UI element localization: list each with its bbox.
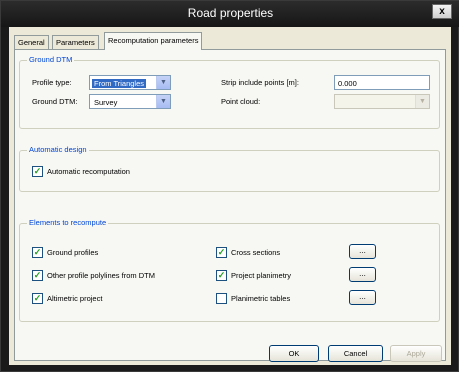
ok-button[interactable]: OK xyxy=(269,345,319,362)
cross-sections-more-button[interactable]: ... xyxy=(349,244,376,259)
dialog-client-area: General Parameters Recomputation paramet… xyxy=(9,27,451,365)
project-planimetry-label: Project planimetry xyxy=(231,271,292,280)
strip-include-points-value: 0.000 xyxy=(338,79,357,88)
altimetric-project-label: Altimetric project xyxy=(47,294,103,303)
ground-dtm-label: Ground DTM: xyxy=(32,97,78,106)
automatic-design-group: Automatic design ✓ Automatic recomputati… xyxy=(19,145,440,192)
strip-include-points-input[interactable]: 0.000 xyxy=(334,75,430,90)
planimetric-tables-label: Planimetric tables xyxy=(231,294,291,303)
profile-type-label: Profile type: xyxy=(32,78,72,87)
close-button[interactable]: x xyxy=(432,4,452,19)
automatic-recomputation-checkbox[interactable]: ✓ xyxy=(32,166,43,177)
tab-parameters[interactable]: Parameters xyxy=(52,35,99,49)
window-title: Road properties xyxy=(187,6,274,20)
chevron-down-icon: ▼ xyxy=(415,95,429,108)
profile-type-value: From Triangles xyxy=(92,79,147,88)
project-planimetry-checkbox[interactable]: ✓ xyxy=(216,270,227,281)
cross-sections-label: Cross sections xyxy=(231,248,281,257)
planimetric-tables-checkbox[interactable] xyxy=(216,293,227,304)
other-profile-polylines-checkbox[interactable]: ✓ xyxy=(32,270,43,281)
ground-dtm-value: Survey xyxy=(94,98,118,107)
ground-dtm-select[interactable]: Survey ▼ xyxy=(89,94,171,109)
chevron-down-icon[interactable]: ▼ xyxy=(156,95,170,108)
altimetric-project-checkbox[interactable]: ✓ xyxy=(32,293,43,304)
road-properties-dialog: Road properties x General Parameters Rec… xyxy=(0,0,459,372)
elements-to-recompute-group: Elements to recompute ✓ Ground profiles … xyxy=(19,218,440,322)
planimetric-tables-more-button[interactable]: ... xyxy=(349,290,376,305)
elements-to-recompute-group-title: Elements to recompute xyxy=(27,218,109,227)
other-profile-polylines-label: Other profile polylines from DTM xyxy=(47,271,155,280)
title-bar[interactable]: Road properties x xyxy=(1,1,459,27)
ground-profiles-label: Ground profiles xyxy=(47,248,99,257)
cancel-button[interactable]: Cancel xyxy=(328,345,383,362)
tab-general[interactable]: General xyxy=(14,35,49,49)
point-cloud-select: ▼ xyxy=(334,94,430,109)
project-planimetry-more-button[interactable]: ... xyxy=(349,267,376,282)
automatic-recomputation-label: Automatic recomputation xyxy=(47,167,130,176)
recomputation-parameters-panel: Ground DTM Profile type: From Triangles … xyxy=(14,49,446,362)
tab-recomputation-parameters[interactable]: Recomputation parameters xyxy=(104,32,203,50)
ground-dtm-group-title: Ground DTM xyxy=(27,55,75,64)
automatic-design-group-title: Automatic design xyxy=(27,145,89,154)
chevron-down-icon[interactable]: ▼ xyxy=(156,76,170,89)
apply-button: Apply xyxy=(390,345,442,362)
ground-dtm-group: Ground DTM Profile type: From Triangles … xyxy=(19,55,440,129)
ground-profiles-checkbox[interactable]: ✓ xyxy=(32,247,43,258)
profile-type-select[interactable]: From Triangles ▼ xyxy=(89,75,171,90)
cross-sections-checkbox[interactable]: ✓ xyxy=(216,247,227,258)
strip-include-points-label: Strip include points [m]: xyxy=(221,78,299,87)
point-cloud-label: Point cloud: xyxy=(221,97,261,106)
